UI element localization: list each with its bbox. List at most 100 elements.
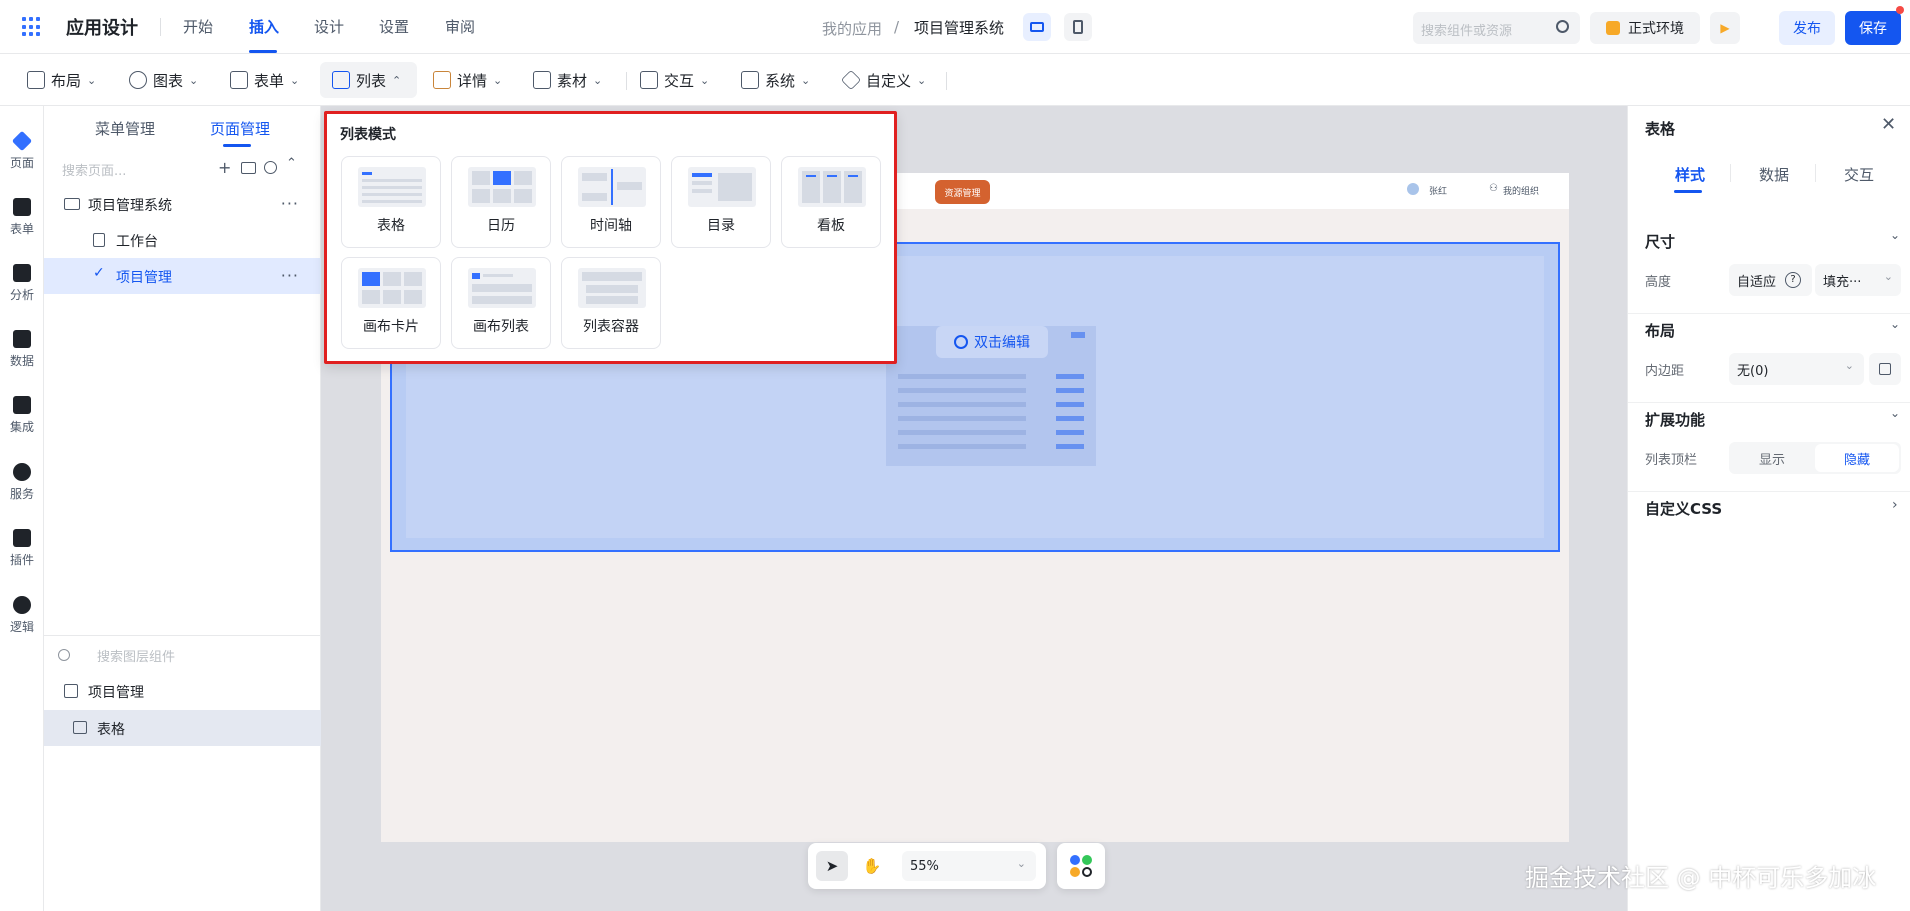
- divider: [160, 18, 161, 36]
- tree-item-project-management[interactable]: ✓ 项目管理 ···: [44, 258, 321, 294]
- more-icon[interactable]: ···: [281, 266, 299, 285]
- canvas-card-thumb: [358, 268, 426, 308]
- height-select[interactable]: 自适应 ?: [1729, 264, 1812, 296]
- insert-toolbar: 布局 ⌄ 图表 ⌄ 表单 ⌄ 列表 ⌃ 详情 ⌄ 素材 ⌄ 交互 ⌄ 系统 ⌄ 自定义 ⌄: [0, 54, 1910, 106]
- help-icon[interactable]: ?: [1785, 272, 1801, 288]
- list-mode-canvas-list[interactable]: 画布列表: [451, 257, 551, 349]
- topbar-show-option[interactable]: 显示: [1731, 444, 1813, 472]
- section-size[interactable]: 尺寸: [1645, 231, 1675, 252]
- edit-hint[interactable]: 双击编辑: [936, 326, 1048, 358]
- chevron-down-icon[interactable]: ⌄: [1890, 406, 1900, 420]
- mobile-preview-button[interactable]: [1064, 13, 1092, 41]
- breadcrumb-root[interactable]: 我的应用: [822, 18, 882, 39]
- more-icon[interactable]: ···: [281, 194, 299, 213]
- tab-data[interactable]: 数据: [1759, 164, 1789, 185]
- side-integration[interactable]: 集成: [0, 396, 44, 435]
- chevron-down-icon[interactable]: ⌄: [1890, 317, 1900, 331]
- page-search-input[interactable]: 搜索页面...: [62, 160, 126, 179]
- search-icon: [58, 649, 70, 661]
- side-analysis[interactable]: 分析: [0, 264, 44, 303]
- side-pages[interactable]: 页面: [0, 130, 44, 171]
- layer-item-table[interactable]: 表格: [44, 710, 321, 746]
- app-grid-icon[interactable]: [22, 17, 42, 37]
- list-mode-directory[interactable]: 目录: [671, 156, 771, 248]
- chevron-down-icon: ⌄: [1844, 359, 1854, 372]
- add-page-icon[interactable]: +: [218, 158, 231, 177]
- toolbar-detail[interactable]: 详情 ⌄: [433, 68, 502, 92]
- mobile-icon: [1073, 20, 1083, 34]
- layer-item-project-management[interactable]: 项目管理: [44, 673, 321, 709]
- side-services[interactable]: 服务: [0, 463, 44, 502]
- side-forms[interactable]: 表单: [0, 198, 44, 237]
- chevron-down-icon: ⌄: [189, 73, 199, 87]
- padding-select[interactable]: 无(0) ⌄: [1729, 353, 1864, 385]
- toolbar-chart[interactable]: 图表 ⌄: [129, 68, 198, 92]
- list-mode-table[interactable]: 表格: [341, 156, 441, 248]
- environment-label: 正式环境: [1628, 21, 1684, 37]
- side-logic-label: 逻辑: [9, 620, 34, 634]
- chevron-right-icon[interactable]: ›: [1892, 497, 1898, 513]
- toolbar-list[interactable]: 列表 ⌃: [332, 68, 401, 92]
- select-tool-button[interactable]: ➤: [816, 851, 848, 881]
- canvas-controls: ➤ ✋ 55% ⌄: [808, 843, 1046, 889]
- tree-item-project-system[interactable]: 项目管理系统 ···: [44, 186, 321, 222]
- add-folder-icon[interactable]: [241, 162, 256, 174]
- side-logic[interactable]: 逻辑: [0, 596, 44, 635]
- fill-select[interactable]: 填充··· ⌄: [1815, 264, 1901, 296]
- section-custom-css[interactable]: 自定义CSS: [1645, 498, 1722, 519]
- nav-insert[interactable]: 插入: [249, 16, 279, 37]
- environment-button[interactable]: 正式环境: [1590, 12, 1700, 44]
- tab-interaction[interactable]: 交互: [1844, 164, 1874, 185]
- toolbar-assets[interactable]: 素材 ⌄: [533, 68, 602, 92]
- toolbar-custom[interactable]: 自定义 ⌄: [840, 68, 926, 92]
- side-data[interactable]: 数据: [0, 330, 44, 369]
- list-icon: [332, 71, 350, 89]
- zoom-select[interactable]: 55% ⌄: [902, 851, 1036, 881]
- nav-settings[interactable]: 设置: [379, 16, 409, 37]
- save-button[interactable]: 保存: [1845, 11, 1901, 45]
- section-extensions[interactable]: 扩展功能: [1645, 409, 1705, 430]
- collapse-icon[interactable]: ⌃: [286, 156, 297, 171]
- search-box[interactable]: 搜索组件或资源: [1413, 12, 1580, 44]
- list-mode-kanban[interactable]: 看板: [781, 156, 881, 248]
- chevron-down-icon[interactable]: ⌄: [1890, 228, 1900, 242]
- nav-start[interactable]: 开始: [183, 16, 213, 37]
- list-mode-timeline[interactable]: 时间轴: [561, 156, 661, 248]
- tree-item-label: 工作台: [116, 234, 158, 250]
- side-analysis-label: 分析: [9, 288, 34, 302]
- section-layout[interactable]: 布局: [1645, 320, 1675, 341]
- components-icon: [1070, 855, 1092, 877]
- padding-detail-button[interactable]: [1869, 353, 1901, 385]
- side-plugins[interactable]: 插件: [0, 529, 44, 568]
- toolbar-system[interactable]: 系统 ⌄: [741, 68, 810, 92]
- publish-button[interactable]: 发布: [1779, 11, 1835, 45]
- toolbar-interaction-label: 交互: [664, 71, 695, 90]
- card-label: 时间轴: [590, 218, 632, 234]
- left-panel: 菜单管理 页面管理 搜索页面... + ⌃ 项目管理系统 ··· 工作台 ✓ 项…: [44, 106, 321, 911]
- list-mode-list-container[interactable]: 列表容器: [561, 257, 661, 349]
- search-placeholder: 搜索组件或资源: [1421, 24, 1513, 39]
- component-library-button[interactable]: [1057, 843, 1105, 889]
- topbar-hide-option[interactable]: 隐藏: [1815, 444, 1899, 472]
- close-icon[interactable]: ✕: [1881, 114, 1896, 135]
- toolbar-interaction[interactable]: 交互 ⌄: [640, 68, 709, 92]
- nav-review[interactable]: 审阅: [445, 16, 475, 37]
- thumb-row: [898, 444, 1026, 449]
- desktop-preview-button[interactable]: [1023, 13, 1051, 41]
- layer-search-input[interactable]: 搜索图层组件: [97, 646, 175, 665]
- list-mode-calendar[interactable]: 日历: [451, 156, 551, 248]
- nav-design[interactable]: 设计: [314, 16, 344, 37]
- tab-menu-management[interactable]: 菜单管理: [95, 118, 155, 139]
- run-button[interactable]: ▶: [1710, 12, 1740, 44]
- toolbar-form[interactable]: 表单 ⌄: [230, 68, 299, 92]
- tab-style[interactable]: 样式: [1675, 164, 1705, 185]
- pointer-icon: [954, 335, 968, 349]
- tree-item-workbench[interactable]: 工作台: [44, 222, 321, 258]
- refresh-icon[interactable]: [264, 161, 277, 174]
- toolbar-layout[interactable]: 布局 ⌄: [27, 68, 96, 92]
- tab-page-management[interactable]: 页面管理: [210, 118, 270, 139]
- breadcrumb-current[interactable]: 项目管理系统: [914, 17, 1004, 38]
- search-icon[interactable]: [1556, 20, 1569, 33]
- hand-tool-button[interactable]: ✋: [856, 851, 888, 881]
- list-mode-canvas-card[interactable]: 画布卡片: [341, 257, 441, 349]
